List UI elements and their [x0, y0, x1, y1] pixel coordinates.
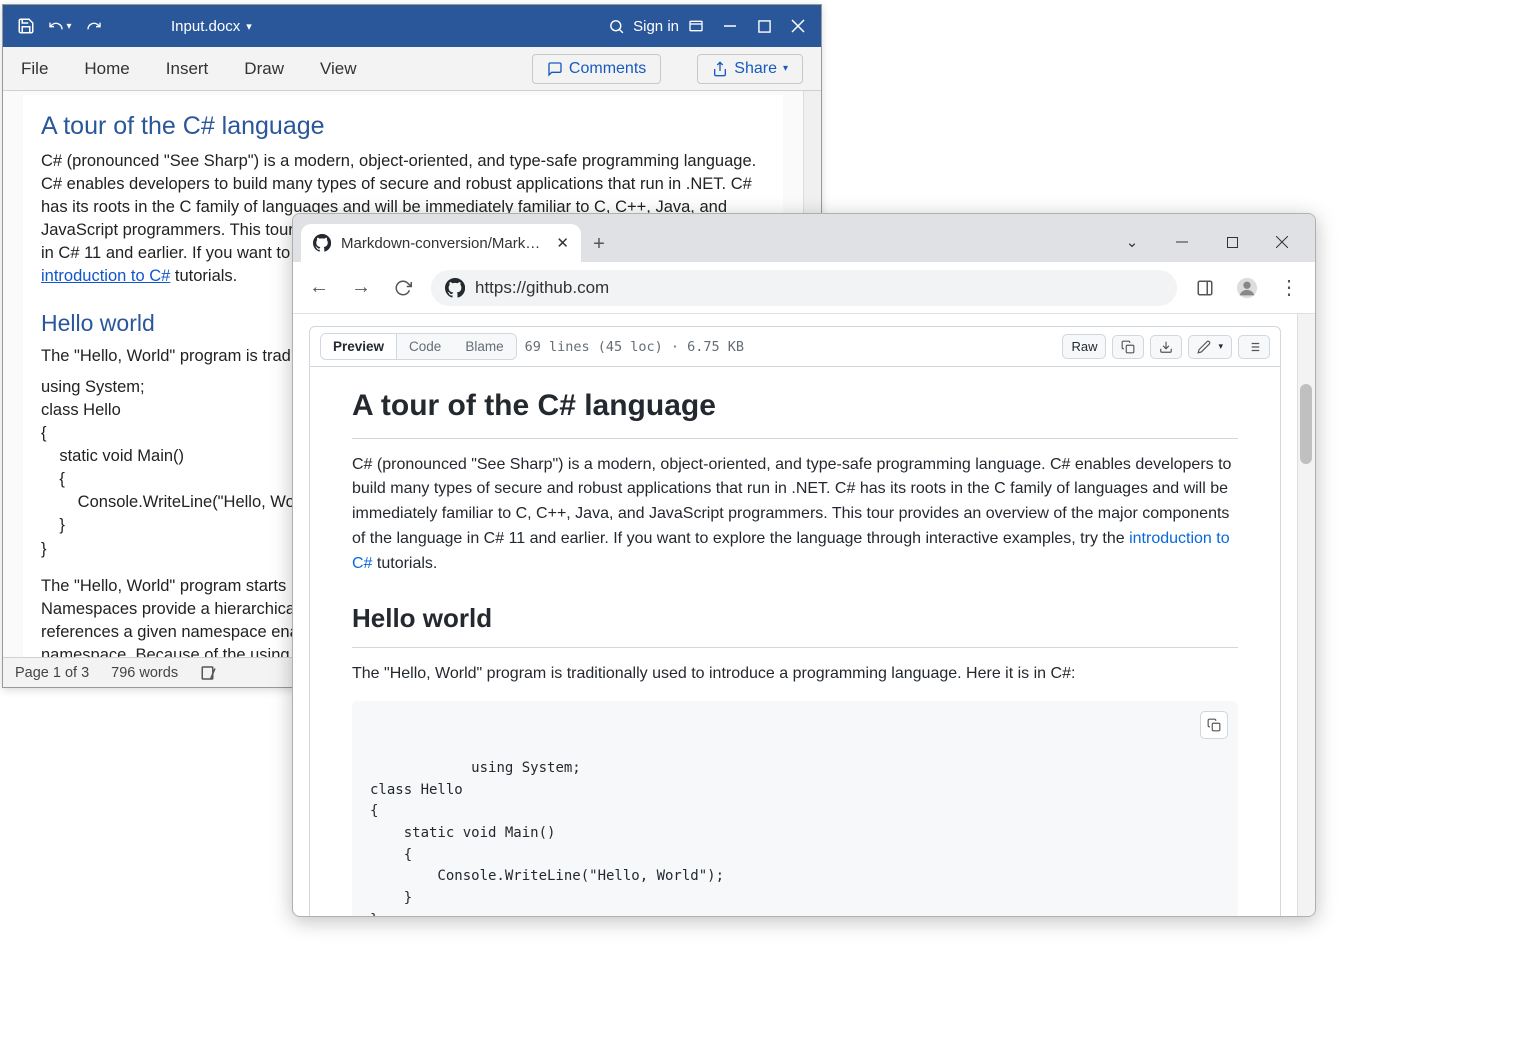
close-icon[interactable] [1257, 222, 1307, 262]
ribbon-draw[interactable]: Draw [244, 59, 284, 79]
edit-icon[interactable]: ▾ [1188, 335, 1232, 359]
download-icon[interactable] [1150, 335, 1182, 359]
gh-article: A tour of the C# language C# (pronounced… [310, 367, 1280, 916]
copy-icon[interactable] [1112, 335, 1144, 359]
new-tab-button[interactable]: + [581, 226, 617, 262]
browser-tabstrip: Markdown-conversion/Markdow ✕ + ⌄ [293, 214, 1315, 262]
raw-button[interactable]: Raw [1062, 334, 1106, 359]
gh-tab-preview[interactable]: Preview [321, 334, 397, 359]
maximize-icon[interactable] [747, 10, 781, 42]
gh-view-segmented: Preview Code Blame [320, 333, 517, 360]
status-words[interactable]: 796 words [111, 665, 178, 681]
maximize-icon[interactable] [1207, 222, 1257, 262]
copy-code-icon[interactable] [1200, 711, 1228, 739]
ribbon-view[interactable]: View [320, 59, 357, 79]
undo-icon[interactable]: ▾ [43, 10, 77, 42]
gh-filebar: Preview Code Blame 69 lines (45 loc) · 6… [310, 327, 1280, 367]
ribbon-display-icon[interactable] [679, 10, 713, 42]
browser-tab[interactable]: Markdown-conversion/Markdow ✕ [301, 224, 581, 262]
gh-tab-blame[interactable]: Blame [453, 334, 515, 359]
profile-icon[interactable] [1233, 274, 1261, 302]
scrollbar-thumb[interactable] [1300, 384, 1312, 464]
browser-scrollbar[interactable] [1297, 314, 1315, 916]
status-spellcheck-icon[interactable] [200, 664, 218, 682]
search-icon[interactable] [599, 10, 633, 42]
gh-paragraph: The "Hello, World" program is traditiona… [352, 662, 1238, 687]
gh-paragraph: C# (pronounced "See Sharp") is a modern,… [352, 453, 1238, 577]
url-text: https://github.com [475, 278, 609, 298]
word-filename[interactable]: Input.docx▾ [171, 18, 252, 35]
doc-link-intro[interactable]: introduction to C# [41, 267, 170, 285]
browser-toolbar: ← → https://github.com ⋮ [293, 262, 1315, 314]
ribbon-file[interactable]: File [21, 59, 48, 79]
gh-file-stats: 69 lines (45 loc) · 6.75 KB [525, 339, 744, 355]
tab-title: Markdown-conversion/Markdow [341, 235, 546, 252]
save-icon[interactable] [9, 10, 43, 42]
minimize-icon[interactable] [1157, 222, 1207, 262]
redo-icon[interactable] [77, 10, 111, 42]
sidepanel-icon[interactable] [1191, 274, 1219, 302]
back-icon[interactable]: ← [305, 274, 333, 302]
word-ribbon: File Home Insert Draw View Comments Shar… [3, 47, 821, 91]
gh-tab-code[interactable]: Code [397, 334, 453, 359]
chevron-down-icon[interactable]: ⌄ [1107, 222, 1157, 262]
ribbon-insert[interactable]: Insert [166, 59, 209, 79]
github-icon [313, 234, 331, 252]
close-icon[interactable] [781, 10, 815, 42]
forward-icon: → [347, 274, 375, 302]
gh-heading-2: Hello world [352, 598, 1238, 647]
menu-icon[interactable]: ⋮ [1275, 274, 1303, 302]
reload-icon[interactable] [389, 274, 417, 302]
url-bar[interactable]: https://github.com [431, 270, 1177, 306]
gh-file-view: Preview Code Blame 69 lines (45 loc) · 6… [309, 326, 1281, 916]
minimize-icon[interactable] [713, 10, 747, 42]
status-page[interactable]: Page 1 of 3 [15, 665, 89, 681]
comments-button[interactable]: Comments [532, 54, 661, 84]
gh-codeblock: using System; class Hello { static void … [352, 701, 1238, 916]
gh-heading-1: A tour of the C# language [352, 383, 1238, 439]
share-button[interactable]: Share▾ [697, 54, 803, 84]
doc-heading-1: A tour of the C# language [41, 109, 765, 144]
outline-icon[interactable] [1238, 335, 1270, 359]
github-icon [445, 278, 465, 298]
browser-content: Preview Code Blame 69 lines (45 loc) · 6… [293, 314, 1315, 916]
ribbon-home[interactable]: Home [84, 59, 129, 79]
browser-window: Markdown-conversion/Markdow ✕ + ⌄ ← → ht… [292, 213, 1316, 917]
signin-button[interactable]: Sign in [633, 18, 679, 35]
word-titlebar: ▾ Input.docx▾ Sign in [3, 5, 821, 47]
tab-close-icon[interactable]: ✕ [556, 234, 569, 252]
